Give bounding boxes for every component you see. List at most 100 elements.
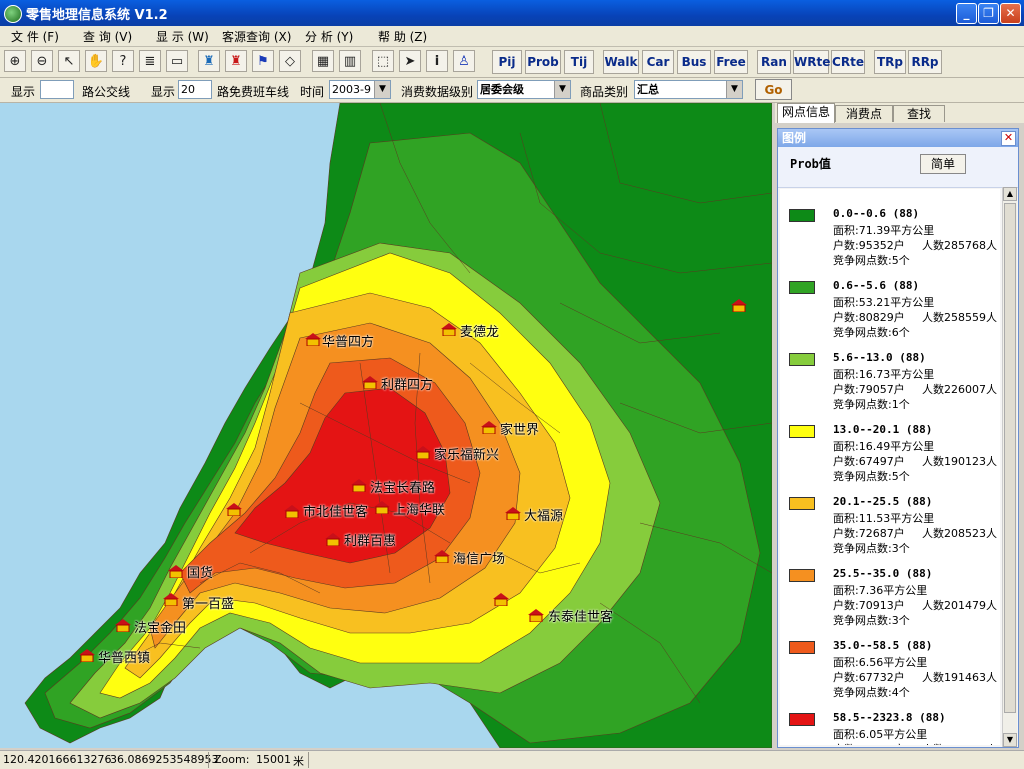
ran-button[interactable]: Ran (757, 50, 791, 74)
menu-help[interactable]: 帮 助 (Z) (378, 28, 427, 45)
time-select[interactable]: 2003-9 ▼ (329, 80, 391, 99)
legend-item: 13.0--20.1 (88) 面积:16.49平方公里 户数:67497户 人数19… (780, 413, 1000, 485)
store-icon[interactable] (481, 421, 497, 435)
store-icon[interactable] (505, 507, 521, 521)
menu-customer-query[interactable]: 客源查询 (X) (222, 28, 291, 45)
legend-title: Prob值 (790, 157, 831, 171)
tij-button[interactable]: Tij (564, 50, 594, 74)
tab-outlet-info[interactable]: 网点信息 (777, 103, 835, 123)
map-label: 东泰佳世客 (548, 610, 614, 625)
select-box-icon[interactable]: ⬚ (372, 50, 394, 72)
legend-households: 户数:95352户 (833, 239, 905, 252)
menu-file[interactable]: 文 件 (F) (11, 28, 59, 45)
info-icon[interactable]: i (426, 50, 448, 72)
status-x-coordinate: 120.420166613276 (3, 753, 112, 766)
store-blue-icon[interactable]: ♜ (198, 50, 220, 72)
car-button[interactable]: Car (642, 50, 674, 74)
menu-analysis[interactable]: 分 析 (Y) (305, 28, 353, 45)
store-icon[interactable] (374, 501, 390, 515)
trp-button[interactable]: TRp (874, 50, 906, 74)
data-level-label: 消费数据级别 (401, 85, 474, 99)
legend-area: 面积:71.39平方公里 (833, 224, 935, 237)
pij-button[interactable]: Pij (492, 50, 522, 74)
store-icon[interactable] (362, 376, 378, 390)
store-icon[interactable] (415, 446, 431, 460)
eraser-icon[interactable]: ◇ (279, 50, 301, 72)
store-icon[interactable] (731, 299, 747, 313)
store-icon[interactable] (226, 503, 242, 517)
close-icon[interactable]: ✕ (1001, 131, 1016, 146)
zoom-in-icon[interactable]: ⊕ (4, 50, 26, 72)
bus-lines-label: 路公交线 (82, 85, 131, 99)
store-icon[interactable] (115, 619, 131, 633)
legend-item: 58.5--2323.8 (88) 面积:6.05平方公里户数:75442户 人数2… (780, 701, 1000, 745)
tab-consumption-points[interactable]: 消费点 (835, 105, 893, 122)
wrte-button[interactable]: WRte (793, 50, 830, 74)
rrp-button[interactable]: RRp (908, 50, 942, 74)
store-red-icon[interactable]: ♜ (225, 50, 247, 72)
person-icon[interactable]: ♙ (453, 50, 475, 72)
store-icon[interactable] (434, 550, 450, 564)
legend-competitors: 竞争网点数:5个 (833, 254, 910, 267)
pointer-icon[interactable]: ↖ (58, 50, 80, 72)
legend-list: 0.0--0.6 (88) 面积:71.39平方公里 户数:95352户 人数2857… (780, 189, 1000, 745)
menu-display[interactable]: 显 示 (W) (156, 28, 209, 45)
pin-icon[interactable]: ⚑ (252, 50, 274, 72)
category-label: 商品类别 (580, 85, 629, 99)
legend-population: 人数201479人 (922, 599, 997, 612)
simple-button[interactable]: 简单 (920, 154, 966, 174)
zoom-out-icon[interactable]: ⊖ (31, 50, 53, 72)
close-button[interactable]: ✕ (1000, 3, 1021, 24)
scroll-up-icon[interactable]: ▲ (1003, 187, 1017, 201)
store-icon[interactable] (168, 565, 184, 579)
chevron-down-icon: ▼ (726, 81, 742, 98)
building-icon[interactable]: ▥ (339, 50, 361, 72)
legend-area: 面积:7.36平方公里 (833, 584, 928, 597)
store-icon[interactable] (79, 649, 95, 663)
go-button[interactable]: Go (755, 79, 792, 100)
free-bus-count-input[interactable]: 20 (178, 80, 212, 99)
help-icon[interactable]: ? (112, 50, 134, 72)
prob-button[interactable]: Prob (525, 50, 561, 74)
menu-query[interactable]: 查 询 (V) (83, 28, 132, 45)
bus-button[interactable]: Bus (677, 50, 711, 74)
legend-range: 0.6--5.6 (88) (833, 279, 920, 292)
legend-competitors: 竞争网点数:1个 (833, 398, 910, 411)
arrow-icon[interactable]: ➤ (399, 50, 421, 72)
store-icon[interactable] (325, 533, 341, 547)
free-bus-label: 路免费班车线 (217, 85, 290, 99)
store-icon[interactable] (163, 593, 179, 607)
layers-icon[interactable]: ≣ (139, 50, 161, 72)
legend-households: 户数:75442户 (833, 741, 905, 745)
window-title: 零售地理信息系统 V1.2 (26, 8, 168, 23)
scroll-down-icon[interactable]: ▼ (1003, 733, 1017, 747)
crte-button[interactable]: CRte (831, 50, 865, 74)
data-level-select[interactable]: 居委会级 ▼ (477, 80, 571, 99)
legend-area: 面积:6.56平方公里 (833, 656, 928, 669)
map-frame-icon[interactable]: ▭ (166, 50, 188, 72)
map-view[interactable]: 华普四方 麦德龙 利群四方 家世界 家乐福新兴 法宝长春路 市北佳世客 上海华联… (0, 103, 772, 748)
map-label: 上海华联 (393, 503, 446, 518)
store-icon[interactable] (305, 333, 321, 347)
table-icon[interactable]: ▦ (312, 50, 334, 72)
legend-item: 35.0--58.5 (88) 面积:6.56平方公里 户数:67732户 人数191… (780, 629, 1000, 701)
side-tabs: 网点信息 消费点 查找 (775, 103, 1024, 123)
store-icon[interactable] (441, 323, 457, 337)
store-icon[interactable] (351, 479, 367, 493)
scroll-thumb[interactable] (1004, 203, 1016, 713)
bus-lines-count-input[interactable] (40, 80, 74, 99)
store-icon[interactable] (284, 505, 300, 519)
map-label: 华普西镇 (98, 651, 151, 666)
maximize-button[interactable]: ❐ (978, 3, 999, 24)
store-icon[interactable] (528, 609, 544, 623)
pan-hand-icon[interactable]: ✋ (85, 50, 107, 72)
toolbar: ⊕ ⊖ ↖ ✋ ? ≣ ▭ ♜ ♜ ⚑ ◇ ▦ ▥ ⬚ ➤ i ♙ Pij Pr… (0, 47, 1024, 78)
category-select[interactable]: 汇总 ▼ (634, 80, 743, 99)
free-button[interactable]: Free (714, 50, 748, 74)
store-icon[interactable] (493, 593, 509, 607)
minimize-button[interactable]: _ (956, 3, 977, 24)
walk-button[interactable]: Walk (603, 50, 639, 74)
status-divider (308, 752, 309, 768)
legend-scrollbar[interactable]: ▲ ▼ (1002, 187, 1017, 747)
tab-search[interactable]: 查找 (893, 105, 945, 122)
